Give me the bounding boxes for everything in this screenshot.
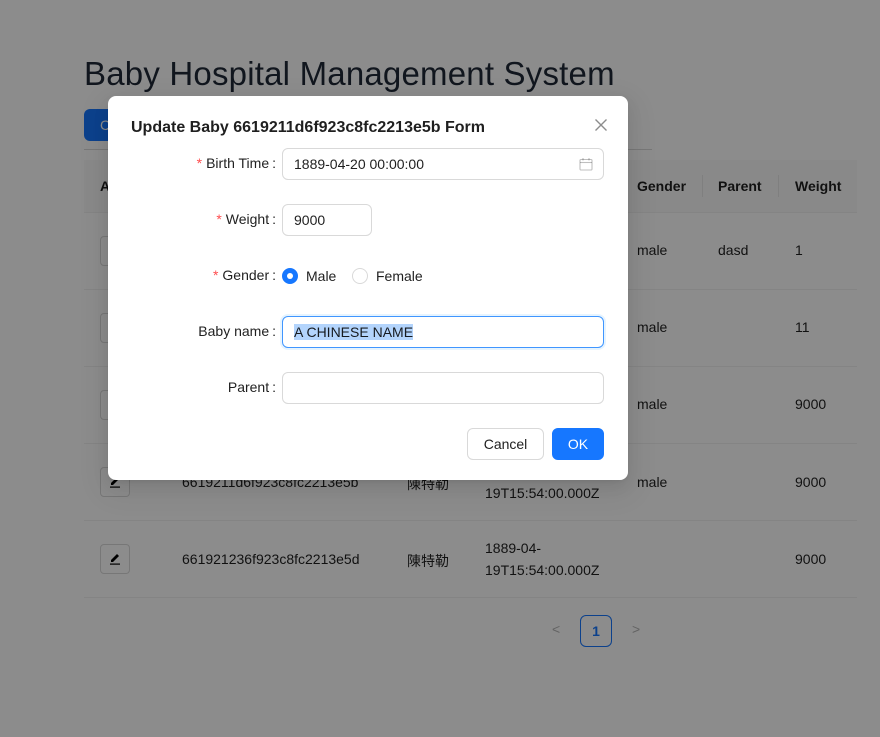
- parent-label: Parent:: [227, 379, 276, 395]
- baby-name-form-item: Baby name: A CHINESE NAME: [108, 316, 628, 348]
- required-mark: *: [216, 211, 222, 227]
- birth-time-picker[interactable]: 1889-04-20 00:00:00: [282, 148, 604, 180]
- gender-option-male: Male: [306, 268, 337, 284]
- weight-form-item: * Weight: 9000: [108, 204, 628, 236]
- gender-radio-female[interactable]: Female: [352, 260, 423, 292]
- birth-time-form-item: * Birth Time: 1889-04-20 00:00:00: [108, 148, 628, 180]
- parent-input[interactable]: [282, 372, 604, 404]
- radio-unchecked-icon: [352, 268, 368, 284]
- weight-input[interactable]: 9000: [282, 204, 372, 236]
- gender-radio-male[interactable]: Male: [282, 260, 336, 292]
- parent-form-item: Parent:: [108, 372, 628, 404]
- birth-time-label: * Birth Time:: [196, 155, 276, 171]
- close-button[interactable]: [590, 114, 612, 136]
- cancel-button[interactable]: Cancel: [467, 428, 544, 460]
- modal-title: Update Baby 6619211d6f923c8fc2213e5b For…: [131, 119, 485, 136]
- required-mark: *: [196, 155, 203, 171]
- ok-button[interactable]: OK: [552, 428, 604, 460]
- close-icon: [595, 119, 607, 131]
- weight-label: * Weight:: [216, 211, 276, 227]
- calendar-icon: [579, 158, 593, 171]
- radio-checked-icon: [282, 268, 298, 284]
- gender-label: * Gender:: [212, 267, 276, 283]
- baby-name-value: A CHINESE NAME: [294, 324, 414, 340]
- baby-name-input[interactable]: A CHINESE NAME: [282, 316, 604, 348]
- baby-name-label: Baby name:: [198, 323, 276, 339]
- gender-form-item: * Gender: Male Female: [108, 260, 628, 292]
- gender-option-female: Female: [376, 268, 423, 284]
- birth-time-value: 1889-04-20 00:00:00: [294, 156, 424, 172]
- required-mark: *: [212, 267, 219, 283]
- update-baby-modal: Update Baby 6619211d6f923c8fc2213e5b For…: [108, 96, 628, 480]
